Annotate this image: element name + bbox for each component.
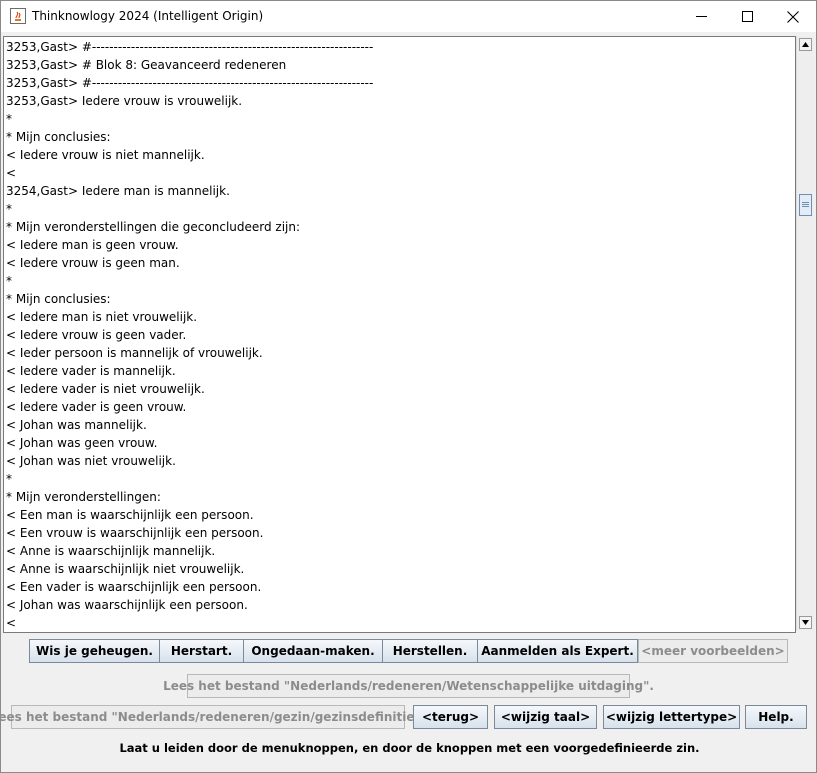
scroll-thumb[interactable] (799, 194, 812, 216)
arrow-down-icon (802, 620, 809, 625)
output-line: < Johan was geen vrouw. (6, 436, 158, 450)
grip-line (802, 202, 809, 203)
minimize-button[interactable] (678, 1, 724, 32)
output-line: < Iedere vader is geen vrouw. (6, 400, 187, 414)
grip-line (802, 204, 809, 205)
output-line: < Johan was niet vrouwelijk. (6, 454, 176, 468)
login-expert-button[interactable]: Aanmelden als Expert. (477, 639, 638, 663)
vertical-scrollbar[interactable] (796, 36, 814, 631)
help-button[interactable]: Help. (745, 705, 807, 729)
output-line: < (6, 616, 17, 630)
output-line: < Anne is waarschijnlijk mannelijk. (6, 544, 216, 558)
output-lines: 3253,Gast> #----------------------------… (6, 38, 373, 632)
output-line: * (6, 472, 12, 486)
output-line: 3253,Gast> # Blok 8: Geavanceerd redener… (6, 58, 287, 72)
scroll-down-button[interactable] (799, 616, 812, 629)
output-line: < Iedere man is niet vrouwelijk. (6, 310, 198, 324)
output-line: 3253,Gast> Iedere vrouw is vrouwelijk. (6, 94, 243, 108)
title-bar: Thinknowlogy 2024 (Intelligent Origin) (1, 1, 816, 32)
output-line: 3253,Gast> #----------------------------… (6, 76, 374, 90)
status-hint: Laat u leiden door de menuknoppen, en do… (119, 741, 700, 755)
output-line: < Anne is waarschijnlijk niet vrouwelijk… (6, 562, 245, 576)
change-language-button[interactable]: <wijzig taal> (494, 705, 597, 729)
window-title: Thinknowlogy 2024 (Intelligent Origin) (32, 9, 264, 23)
output-line: < Iedere vrouw is geen vader. (6, 328, 187, 342)
clear-memory-button[interactable]: Wis je geheugen. (29, 639, 160, 663)
read-family-definition-button[interactable]: Lees het bestand "Nederlands/redeneren/g… (0, 705, 425, 729)
change-font-button[interactable]: <wijzig lettertype> (603, 705, 740, 729)
output-line: 3254,Gast> Iedere man is mannelijk. (6, 184, 230, 198)
close-icon (787, 10, 799, 23)
maximize-button[interactable] (724, 1, 770, 32)
more-examples-button[interactable]: <meer voorbeelden> (638, 639, 788, 663)
output-text-area[interactable]: 3253,Gast> #----------------------------… (3, 36, 796, 633)
output-line: < Iedere vrouw is geen man. (6, 256, 180, 270)
redo-button[interactable]: Herstellen. (382, 639, 478, 663)
maximize-icon (741, 11, 753, 22)
output-line: < (6, 166, 17, 180)
output-line: < Iedere vrouw is niet mannelijk. (6, 148, 205, 162)
scroll-up-button[interactable] (799, 38, 812, 51)
java-app-icon (10, 8, 26, 24)
output-line: * (6, 202, 12, 216)
grip-line (802, 206, 809, 207)
output-line: < Iedere vader is niet vrouwelijk. (6, 382, 205, 396)
close-button[interactable] (770, 1, 816, 32)
output-line: < Iedere man is geen vrouw. (6, 238, 179, 252)
output-line: * Mijn conclusies: (6, 130, 111, 144)
back-button[interactable]: <terug> (413, 705, 488, 729)
output-line: 3253,Gast> #----------------------------… (6, 40, 374, 54)
arrow-up-icon (802, 42, 809, 47)
undo-button[interactable]: Ongedaan-maken. (243, 639, 383, 663)
output-line: * (6, 112, 12, 126)
output-line: * Mijn veronderstellingen die geconclude… (6, 220, 301, 234)
minimize-icon (695, 16, 707, 17)
app-window: Thinknowlogy 2024 (Intelligent Origin) 3… (0, 0, 817, 773)
output-line: * Mijn conclusies: (6, 292, 111, 306)
output-line: < Ieder persoon is mannelijk of vrouweli… (6, 346, 263, 360)
output-line: < Johan was waarschijnlijk een persoon. (6, 598, 248, 612)
output-line: < Een vrouw is waarschijnlijk een persoo… (6, 526, 264, 540)
restart-button[interactable]: Herstart. (159, 639, 244, 663)
output-line: < Een man is waarschijnlijk een persoon. (6, 508, 254, 522)
read-scientific-challenge-button[interactable]: Lees het bestand "Nederlands/redeneren/W… (163, 674, 654, 698)
output-line: * Mijn veronderstellingen: (6, 490, 161, 504)
output-line: < Iedere vader is mannelijk. (6, 364, 176, 378)
output-line: * (6, 274, 12, 288)
output-line: < Een vader is waarschijnlijk een persoo… (6, 580, 262, 594)
output-line: < Johan was mannelijk. (6, 418, 147, 432)
